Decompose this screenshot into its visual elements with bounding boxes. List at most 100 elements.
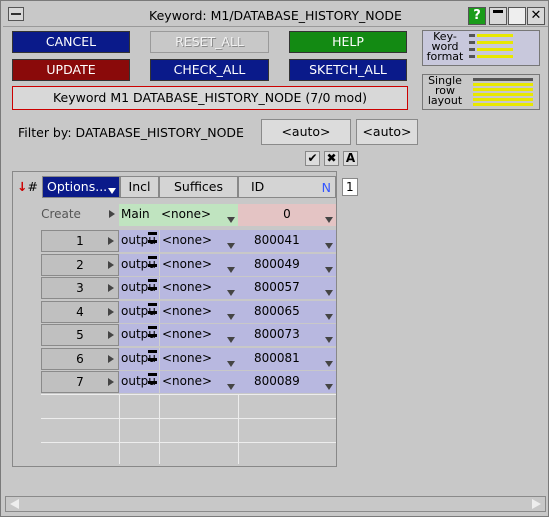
- help-icon-button[interactable]: ?: [468, 7, 486, 25]
- keyword-status: Keyword M1 DATABASE_HISTORY_NODE (7/0 mo…: [12, 86, 408, 110]
- row-incl-cell[interactable]: outpu: [119, 277, 159, 299]
- row-incl-cell[interactable]: outpu: [119, 371, 159, 393]
- row-suffices: <none>: [162, 350, 213, 365]
- row-id-cell[interactable]: 800041: [238, 230, 336, 252]
- maximize-button[interactable]: [508, 7, 526, 25]
- row-id-cell[interactable]: 800065: [238, 300, 336, 323]
- minimize-button[interactable]: [489, 7, 507, 25]
- dropdown-arrow-icon: [325, 337, 333, 343]
- sketch-all-button[interactable]: SKETCH_ALL: [289, 59, 407, 81]
- row-id-cell[interactable]: 800089: [238, 371, 336, 393]
- row-suffices-cell[interactable]: <none>: [159, 277, 238, 299]
- row-incl-cell[interactable]: outpu: [119, 230, 159, 252]
- single-row-layout-toggle[interactable]: Single row layout: [422, 74, 540, 110]
- filter-auto-button-1[interactable]: <auto>: [261, 119, 351, 145]
- row-number-button[interactable]: 6: [41, 347, 119, 370]
- row-suffices-cell[interactable]: <none>: [159, 371, 238, 393]
- row-id-cell[interactable]: 800049: [238, 253, 336, 276]
- cancel-button[interactable]: CANCEL: [12, 31, 130, 53]
- scroll-right-icon[interactable]: [532, 499, 541, 509]
- row-suffices-cell[interactable]: <none>: [159, 300, 238, 323]
- dropdown-arrow-icon: [325, 266, 333, 273]
- dropdown-arrow-icon: [227, 384, 235, 390]
- row-incl-cell[interactable]: outpu: [119, 300, 159, 323]
- dropdown-arrow-icon: [325, 243, 333, 249]
- row-number-button[interactable]: 7: [41, 371, 119, 393]
- create-id-cell[interactable]: 0: [238, 204, 336, 226]
- row-number-button[interactable]: 2: [41, 253, 119, 276]
- row-id: 800057: [254, 280, 300, 294]
- row-id: 800049: [254, 256, 300, 271]
- row-id-cell[interactable]: 800073: [238, 324, 336, 346]
- n-toggle[interactable]: N: [322, 178, 331, 198]
- row-arrow-icon: [108, 331, 114, 339]
- row-number: 2: [76, 257, 84, 272]
- horizontal-scrollbar[interactable]: [5, 496, 546, 512]
- cross-icon[interactable]: ✖: [324, 151, 339, 166]
- check-icon[interactable]: ✔: [305, 151, 320, 166]
- row-number-button[interactable]: 4: [41, 300, 119, 323]
- create-suffices-cell[interactable]: <none>: [159, 204, 238, 226]
- create-incl-cell[interactable]: Main: [119, 204, 159, 226]
- row-incl-cell[interactable]: outpu: [119, 324, 159, 346]
- check-all-button[interactable]: CHECK_ALL: [150, 59, 269, 81]
- row-id: 800081: [254, 350, 300, 365]
- row-arrow-icon: [108, 307, 114, 316]
- dropdown-arrow-icon: [227, 243, 235, 249]
- row-number-button[interactable]: 1: [41, 230, 119, 252]
- filter-auto-button-2[interactable]: <auto>: [356, 119, 418, 145]
- row-incl-cell[interactable]: outpu: [119, 347, 159, 370]
- include-marker-icon: [148, 373, 157, 389]
- row-suffices-cell[interactable]: <none>: [159, 230, 238, 252]
- row-suffices: <none>: [162, 374, 213, 388]
- row-suffices: <none>: [162, 327, 213, 341]
- row-suffices-cell[interactable]: <none>: [159, 324, 238, 346]
- page-number-field[interactable]: 1: [342, 178, 358, 196]
- include-marker-icon: [148, 232, 157, 248]
- keyword-table: ↓# Options... Incl Suffices ID N Create …: [12, 171, 337, 467]
- row-id-cell[interactable]: 800057: [238, 277, 336, 299]
- dropdown-arrow-icon: [325, 360, 333, 367]
- create-row-button[interactable]: Create: [41, 204, 119, 226]
- update-button[interactable]: UPDATE: [12, 59, 130, 81]
- row-arrow-icon: [108, 237, 114, 245]
- incl-column-header[interactable]: Incl: [120, 176, 159, 198]
- sort-column-header[interactable]: ↓#: [15, 176, 40, 198]
- keyword-editor-window: Keyword: M1/DATABASE_HISTORY_NODE ? ✕ CA…: [0, 0, 549, 517]
- help-button[interactable]: HELP: [289, 31, 407, 53]
- row-arrow-icon: [109, 210, 115, 218]
- suffices-column-header[interactable]: Suffices: [159, 176, 238, 198]
- sort-arrow-icon: ↓: [17, 179, 28, 194]
- row-suffices-cell[interactable]: <none>: [159, 253, 238, 276]
- keyword-format-toggle[interactable]: Key- word format: [422, 30, 540, 66]
- row-incl-cell[interactable]: outpu: [119, 253, 159, 276]
- row-number: 6: [76, 351, 84, 366]
- dropdown-arrow-icon: [227, 290, 235, 296]
- row-number-button[interactable]: 5: [41, 324, 119, 346]
- row-number: 3: [76, 281, 84, 295]
- row-id: 800065: [254, 303, 300, 318]
- options-menu-button[interactable]: Options...: [42, 176, 120, 198]
- row-id-cell[interactable]: 800081: [238, 347, 336, 370]
- row-arrow-icon: [108, 354, 114, 363]
- dropdown-arrow-icon: [325, 384, 333, 390]
- dropdown-arrow-icon: [325, 313, 333, 320]
- row-arrow-icon: [108, 378, 114, 386]
- text-icon[interactable]: A: [343, 151, 358, 166]
- id-column-header[interactable]: ID N: [238, 176, 336, 198]
- dropdown-arrow-icon: [227, 313, 235, 320]
- row-number: 1: [76, 234, 84, 248]
- reset-all-button[interactable]: RESET_ALL: [150, 31, 269, 53]
- title-bar: Keyword: M1/DATABASE_HISTORY_NODE ? ✕: [3, 3, 548, 27]
- row-suffices-cell[interactable]: <none>: [159, 347, 238, 370]
- row-arrow-icon: [108, 284, 114, 292]
- row-suffices: <none>: [162, 256, 213, 271]
- dropdown-arrow-icon: [108, 188, 116, 194]
- row-suffices: <none>: [162, 233, 213, 247]
- row-number-button[interactable]: 3: [41, 277, 119, 299]
- row-number: 7: [76, 375, 84, 389]
- close-button[interactable]: ✕: [527, 7, 545, 25]
- row-suffices: <none>: [162, 303, 213, 318]
- dropdown-arrow-icon: [227, 266, 235, 273]
- scroll-left-icon[interactable]: [10, 499, 19, 509]
